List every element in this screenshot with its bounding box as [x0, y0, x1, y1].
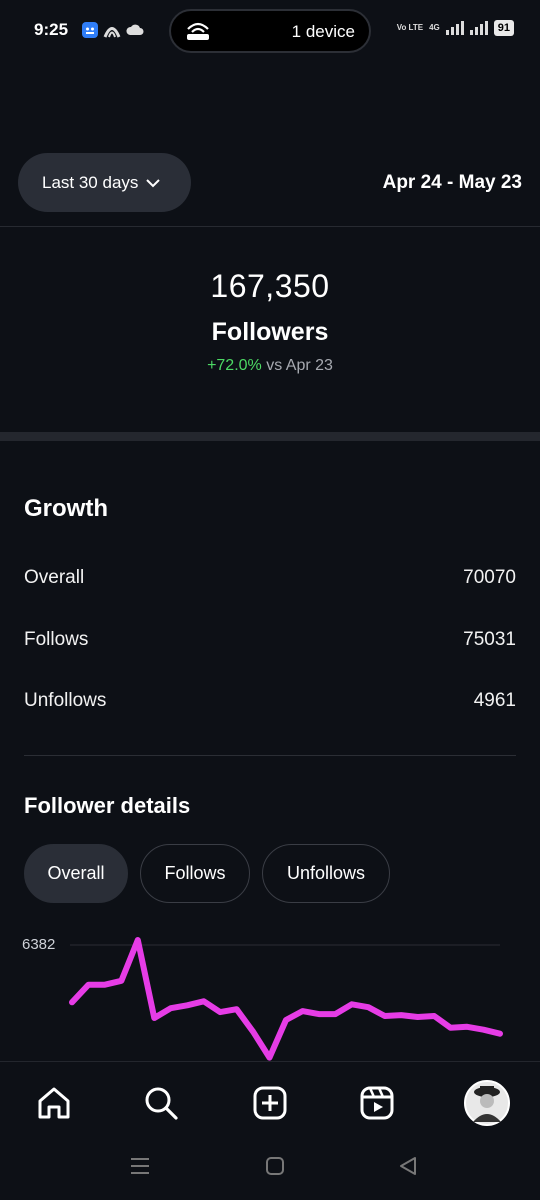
growth-row-follows: Follows 75031	[24, 629, 516, 651]
nav-profile[interactable]	[462, 1078, 512, 1128]
profile-avatar	[464, 1080, 510, 1126]
signal-icon	[445, 21, 464, 35]
chip-unfollows[interactable]: Unfollows	[262, 844, 390, 903]
bottom-nav	[0, 1061, 540, 1200]
follower-line-chart: 6382	[0, 925, 540, 1061]
date-range-dropdown[interactable]: Last 30 days	[18, 153, 191, 212]
notification-icons	[82, 22, 144, 38]
home-square-icon	[266, 1157, 284, 1175]
battery-indicator: 91	[493, 20, 514, 36]
hotspot-pill[interactable]: 1 device	[169, 9, 371, 53]
y-tick-label: 6382	[22, 936, 56, 953]
hotspot-icon	[187, 22, 209, 40]
growth-value: 4961	[473, 690, 516, 711]
volte-label: Vo LTE	[396, 23, 424, 32]
growth-row-unfollows: Unfollows 4961	[24, 690, 516, 712]
status-bar: 9:25 1 device Vo LTE 4G 91	[0, 0, 540, 62]
chevron-down-icon	[146, 178, 161, 187]
divider	[0, 226, 540, 227]
divider	[24, 755, 516, 756]
followers-label: Followers	[211, 318, 329, 346]
change-comparison: vs Apr 23	[261, 357, 333, 374]
cloud-icon	[126, 24, 144, 35]
back-icon	[400, 1157, 416, 1175]
chip-follows[interactable]: Follows	[140, 844, 250, 903]
menu-icon	[131, 1158, 149, 1174]
growth-title: Growth	[24, 495, 108, 522]
range-label: Last 30 days	[42, 172, 139, 192]
status-time: 9:25	[34, 20, 69, 39]
growth-label: Unfollows	[24, 690, 107, 711]
search-icon	[145, 1087, 178, 1120]
section-divider	[0, 432, 540, 441]
chart-svg	[69, 937, 503, 1061]
growth-label: Overall	[24, 567, 85, 588]
followers-change: +72.0% vs Apr 23	[0, 357, 540, 375]
nav-create[interactable]	[245, 1078, 295, 1128]
growth-value: 70070	[463, 567, 516, 588]
nav-search[interactable]	[136, 1078, 186, 1128]
network-4g-label: 4G	[429, 23, 440, 32]
arc-notification-icon	[103, 27, 121, 38]
system-indicators: Vo LTE 4G 91	[397, 20, 514, 36]
growth-row-overall: Overall 70070	[24, 567, 516, 589]
system-nav	[0, 1156, 540, 1186]
signal-icon-2	[469, 21, 488, 35]
followers-count: 167,350	[210, 268, 330, 304]
nav-home[interactable]	[29, 1078, 79, 1128]
series-line	[69, 937, 503, 1061]
home-icon	[38, 1087, 70, 1119]
change-percent: +72.0%	[207, 357, 262, 374]
reels-icon	[360, 1086, 394, 1120]
chip-overall[interactable]: Overall	[24, 844, 128, 903]
follower-details-title: Follower details	[24, 793, 191, 818]
growth-label: Follows	[24, 629, 89, 650]
growth-value: 75031	[463, 629, 516, 650]
app-notification-icon	[82, 22, 98, 38]
date-range-text: Apr 24 - May 23	[382, 172, 522, 193]
nav-reels[interactable]	[352, 1078, 402, 1128]
create-icon	[253, 1086, 287, 1120]
hotspot-text: 1 device	[291, 22, 355, 41]
